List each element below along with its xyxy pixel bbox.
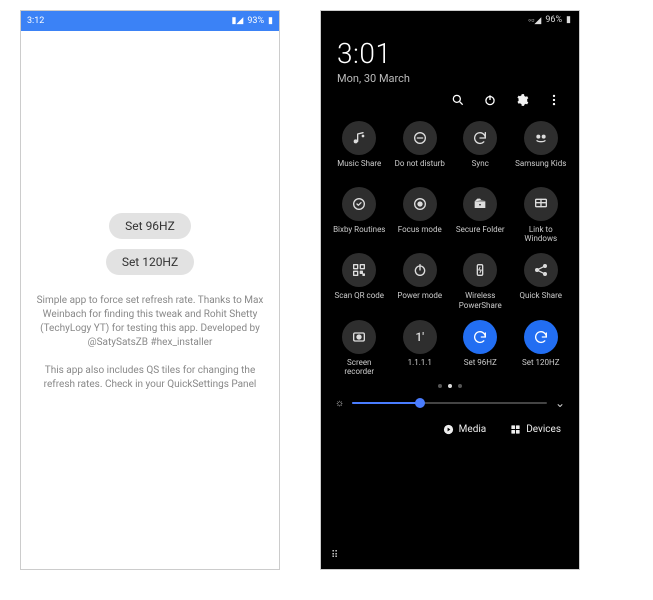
link-windows-icon: [524, 187, 558, 221]
qs-tile-label: Sync: [472, 159, 489, 177]
dnd-icon: [403, 121, 437, 155]
gear-icon[interactable]: [515, 93, 529, 107]
qs-tile-qr[interactable]: Scan QR code: [331, 253, 388, 309]
battery-icon: ▮: [566, 15, 571, 25]
qs-tile-focus[interactable]: Focus mode: [392, 187, 449, 243]
music-share-icon: [342, 121, 376, 155]
screen-rec-icon: [342, 320, 376, 354]
secure-folder-icon: [463, 187, 497, 221]
brightness-slider[interactable]: [352, 402, 547, 404]
qs-tile-link-windows[interactable]: Link to Windows: [513, 187, 570, 243]
powershare-icon: [463, 253, 497, 287]
devices-label: Devices: [526, 424, 561, 435]
media-button[interactable]: Media: [443, 424, 487, 435]
qs-top-actions: [321, 89, 579, 115]
app-body: Set 96HZ Set 120HZ Simple app to force s…: [21, 31, 279, 569]
qs-bottom-row: Media Devices: [321, 414, 579, 435]
qs-tile-label: Wireless PowerShare: [452, 291, 508, 309]
samsung-kids-icon: [524, 121, 558, 155]
power-icon[interactable]: [483, 93, 497, 107]
description-credits: Simple app to force set refresh rate. Th…: [35, 294, 265, 350]
status-battery: 93%: [247, 16, 264, 26]
signal-icon: ◦▫◢: [528, 15, 541, 26]
qs-tile-sync[interactable]: Sync: [452, 121, 509, 177]
brightness-row: ☼ ⌄: [321, 392, 579, 414]
search-icon[interactable]: [451, 93, 465, 107]
qs-tile-label: Samsung Kids: [515, 159, 566, 177]
qr-icon: [342, 253, 376, 287]
status-time: 3:12: [27, 16, 44, 26]
qs-tile-label: Focus mode: [398, 225, 442, 243]
qs-tile-label: Screen recorder: [331, 358, 387, 376]
clock-time: 3:01: [337, 37, 563, 70]
qs-tile-powershare[interactable]: Wireless PowerShare: [452, 253, 509, 309]
qs-tile-label: Secure Folder: [456, 225, 505, 243]
qs-tile-power-mode[interactable]: Power mode: [392, 253, 449, 309]
set-96hz-button[interactable]: Set 96HZ: [109, 213, 191, 239]
status-bar: ◦▫◢ 96% ▮: [321, 11, 579, 29]
sun-icon: ☼: [335, 398, 344, 409]
qs-header: 3:01 Mon, 30 March: [321, 29, 579, 89]
qs-tile-dnd[interactable]: Do not disturb: [392, 121, 449, 177]
qs-tile-label: Music Share: [337, 159, 381, 177]
phone-dark-screenshot: ◦▫◢ 96% ▮ 3:01 Mon, 30 March Music Share…: [320, 10, 580, 570]
status-battery: 96%: [545, 15, 562, 25]
description-qs-tiles: This app also includes QS tiles for chan…: [35, 364, 265, 392]
battery-icon: ▮: [268, 16, 273, 26]
status-bar: 3:12 ▮◢ 93% ▮: [21, 11, 279, 31]
more-icon[interactable]: [547, 93, 561, 107]
media-icon: [443, 424, 454, 435]
1111-icon: 1': [403, 320, 437, 354]
qs-tile-quick-share[interactable]: Quick Share: [513, 253, 570, 309]
qs-tile-refresh-14[interactable]: Set 96HZ: [452, 320, 509, 376]
qs-tile-label: Link to Windows: [513, 225, 569, 243]
quick-share-icon: [524, 253, 558, 287]
media-label: Media: [459, 424, 487, 435]
qs-tile-label: 1.1.1.1: [408, 358, 432, 376]
qs-tile-1111[interactable]: 1' 1.1.1.1: [392, 320, 449, 376]
phone-light-screenshot: 3:12 ▮◢ 93% ▮ Set 96HZ Set 120HZ Simple …: [20, 10, 280, 570]
devices-icon: [510, 424, 521, 435]
qs-tile-label: Set 120HZ: [522, 358, 560, 376]
qs-tile-label: Quick Share: [520, 291, 562, 309]
devices-button[interactable]: Devices: [510, 424, 561, 435]
qs-tile-label: Scan QR code: [334, 291, 384, 309]
set-120hz-button[interactable]: Set 120HZ: [106, 249, 194, 275]
focus-icon: [403, 187, 437, 221]
qs-tile-label: Do not disturb: [395, 159, 445, 177]
qs-tile-bixby[interactable]: Bixby Routines: [331, 187, 388, 243]
qs-tile-label: Power mode: [397, 291, 442, 309]
keyboard-icon[interactable]: ⠿: [331, 550, 339, 561]
refresh-icon: [524, 320, 558, 354]
quick-settings-grid: Music Share Do not disturb Sync Samsung Kid…: [321, 115, 579, 380]
chevron-down-icon[interactable]: ⌄: [555, 396, 565, 410]
qs-tile-samsung-kids[interactable]: Samsung Kids: [513, 121, 570, 177]
qs-tile-screen-rec[interactable]: Screen recorder: [331, 320, 388, 376]
qs-tile-label: Set 96HZ: [464, 358, 497, 376]
clock-date: Mon, 30 March: [337, 72, 563, 85]
qs-tile-label: Bixby Routines: [333, 225, 385, 243]
qs-tile-refresh-15[interactable]: Set 120HZ: [513, 320, 570, 376]
power-mode-icon: [403, 253, 437, 287]
qs-tile-music-share[interactable]: Music Share: [331, 121, 388, 177]
sync-icon: [463, 121, 497, 155]
signal-icon: ▮◢: [231, 16, 243, 26]
qs-tile-secure-folder[interactable]: Secure Folder: [452, 187, 509, 243]
bixby-icon: [342, 187, 376, 221]
page-indicator: [321, 380, 579, 392]
refresh-icon: [463, 320, 497, 354]
